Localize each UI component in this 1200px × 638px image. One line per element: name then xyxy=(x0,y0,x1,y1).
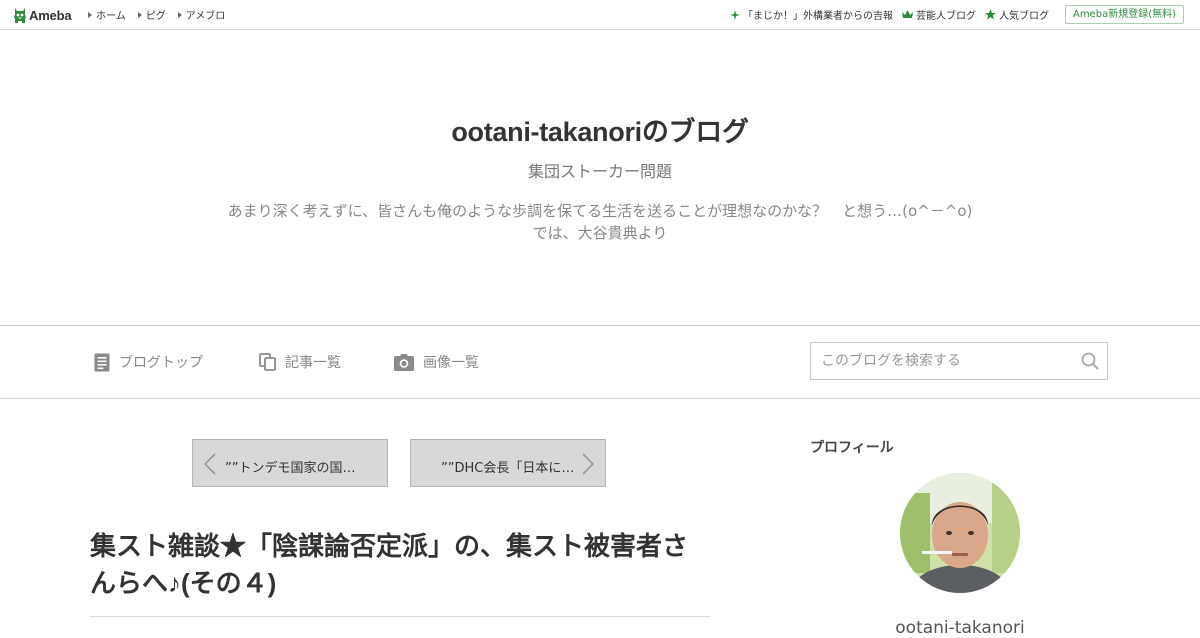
crown-icon xyxy=(901,10,913,19)
prev-entry-label: ””トンデモ国家の国… xyxy=(225,461,356,476)
blog-description: あまり深く考えずに、皆さんも俺のような歩調を保てる生活を送ることが理想なのかな？… xyxy=(180,200,1020,244)
celebrity-blog-label: 芸能人ブログ xyxy=(915,11,976,22)
blog-subtitle: 集団ストーカー問題 xyxy=(527,162,672,181)
popular-blog-label: 人気ブログ xyxy=(998,11,1049,22)
document-icon xyxy=(94,353,110,372)
news-link[interactable]: 「まじか！」外構業者からの吉報 xyxy=(729,7,893,22)
image-list-link[interactable]: 画像一覧 xyxy=(394,326,479,398)
blog-top-link[interactable]: ブログトップ xyxy=(94,326,203,398)
image-list-label: 画像一覧 xyxy=(423,355,479,371)
search-icon[interactable] xyxy=(1081,352,1099,374)
ameba-logo[interactable]: Ameba xyxy=(13,5,72,25)
nav-home-label: ホーム xyxy=(96,11,126,22)
nav-ameblo-link[interactable]: アメブロ xyxy=(177,7,226,22)
blog-description-line-2: では、大谷貴典より xyxy=(532,224,668,242)
search-input[interactable] xyxy=(811,343,1071,379)
sparkle-icon xyxy=(729,9,740,20)
entry-divider xyxy=(90,616,710,617)
prev-entry-button[interactable]: ””トンデモ国家の国… xyxy=(192,439,388,487)
avatar[interactable] xyxy=(900,473,1020,593)
camera-icon xyxy=(394,353,414,371)
blog-nav: ブログトップ 記事一覧 画像一覧 xyxy=(0,325,1200,399)
entry-list-label: 記事一覧 xyxy=(285,355,341,371)
profile-name[interactable]: ootani-takanori xyxy=(810,618,1110,638)
global-header: Ameba ホーム ピグ アメブロ 「まじか！」外構業者からの吉報 芸能人ブログ xyxy=(0,0,1200,30)
entry-title[interactable]: 集スト雑談★「陰謀論否定派」の、集スト被害者さんらへ♪(その４) xyxy=(90,528,710,602)
copy-icon xyxy=(259,353,276,371)
triangle-right-icon xyxy=(177,11,182,18)
blog-search xyxy=(810,342,1108,380)
chevron-right-icon xyxy=(581,453,595,479)
triangle-right-icon xyxy=(137,11,142,18)
blog-top-label: ブログトップ xyxy=(119,355,203,371)
chevron-left-icon xyxy=(203,453,217,479)
entry-list-link[interactable]: 記事一覧 xyxy=(259,326,341,398)
celebrity-blog-link[interactable]: 芸能人ブログ xyxy=(901,7,976,22)
ameba-mascot-icon xyxy=(14,8,26,23)
nav-pigg-link[interactable]: ピグ xyxy=(137,7,166,22)
next-entry-label: ””DHC会長「日本に… xyxy=(441,461,575,476)
next-entry-button[interactable]: ””DHC会長「日本に… xyxy=(410,439,606,487)
profile-heading: プロフィール xyxy=(810,440,894,456)
blog-header: ootani-takanoriのブログ 集団ストーカー問題 あまり深く考えずに、… xyxy=(0,30,1200,325)
news-link-label: 「まじか！」外構業者からの吉報 xyxy=(742,11,893,22)
logo-text: Ameba xyxy=(29,7,72,23)
blog-title[interactable]: ootani-takanoriのブログ xyxy=(0,110,1200,149)
nav-ameblo-label: アメブロ xyxy=(185,11,226,22)
blog-description-line-1: あまり深く考えずに、皆さんも俺のような歩調を保てる生活を送ることが理想なのかな？… xyxy=(227,202,973,220)
triangle-right-icon xyxy=(88,11,92,18)
nav-home-link[interactable]: ホーム xyxy=(88,7,126,22)
signup-button[interactable]: Ameba新規登録(無料) xyxy=(1064,5,1184,24)
popular-blog-link[interactable]: 人気ブログ xyxy=(984,7,1049,22)
nav-pigg-label: ピグ xyxy=(145,11,166,22)
global-right-links: 「まじか！」外構業者からの吉報 芸能人ブログ 人気ブログ Ameba新規登録(無… xyxy=(721,0,1184,29)
global-nav: ホーム ピグ アメブロ xyxy=(88,0,237,29)
star-icon xyxy=(984,9,996,20)
